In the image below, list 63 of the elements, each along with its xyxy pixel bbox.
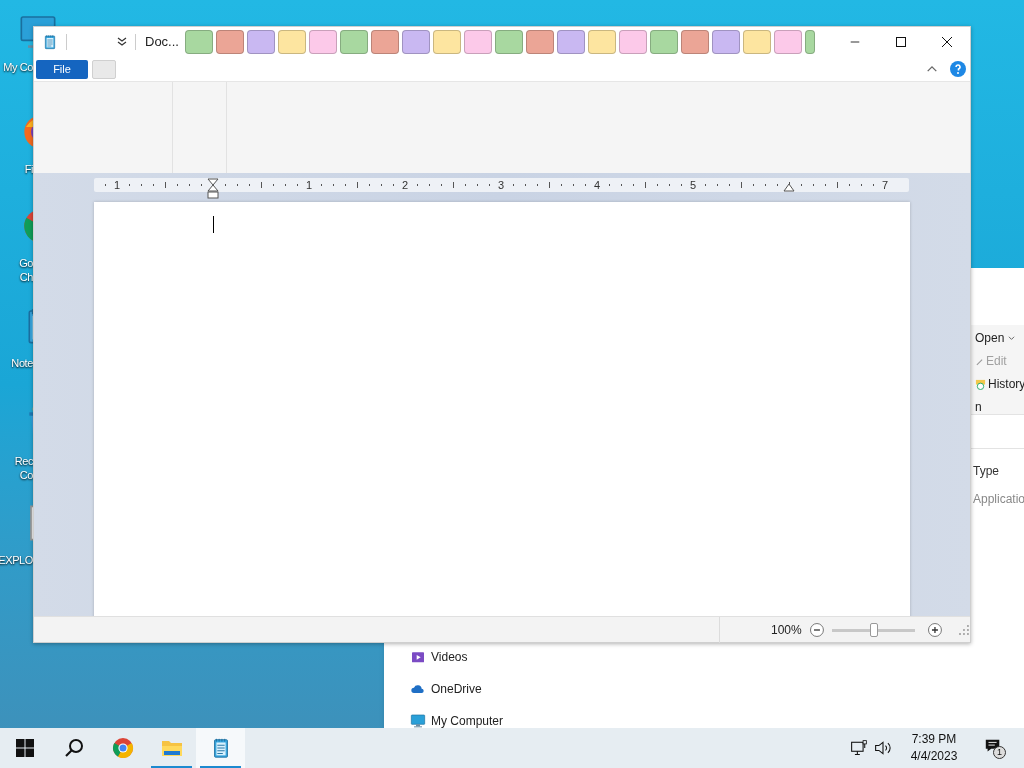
chrome-icon: [110, 736, 135, 760]
chevron-icon[interactable]: [117, 37, 127, 47]
open-button[interactable]: Open: [975, 329, 1005, 347]
color-swatch[interactable]: [401, 30, 430, 54]
ruler-number: 3: [495, 178, 507, 192]
ruler-number: 7: [879, 178, 891, 192]
caret-icon: [1008, 334, 1016, 342]
color-swatch[interactable]: [618, 30, 647, 54]
notification-button[interactable]: 1: [984, 737, 1006, 759]
color-swatch[interactable]: [587, 30, 616, 54]
zoom-out-icon[interactable]: [809, 622, 824, 637]
color-swatch[interactable]: [773, 30, 802, 54]
ruler-number: 5: [687, 178, 699, 192]
color-swatch[interactable]: [525, 30, 554, 54]
icon-label[interactable]: EXPLO: [0, 553, 33, 567]
nav-item[interactable]: OneDrive: [431, 680, 482, 698]
color-swatch[interactable]: [649, 30, 678, 54]
color-swatch[interactable]: [463, 30, 492, 54]
zoom-level: 100%: [771, 621, 802, 639]
icon-label[interactable]: Rec: [14, 454, 33, 468]
date-text: 4/4/2023: [910, 748, 958, 765]
text-cursor: [213, 216, 214, 233]
resize-grip-icon[interactable]: [958, 623, 970, 636]
slider-thumb[interactable]: [869, 622, 878, 637]
color-swatch[interactable]: [339, 30, 368, 54]
color-swatch[interactable]: [494, 30, 523, 54]
monitor-icon: [410, 713, 426, 729]
zoom-in-icon[interactable]: [928, 622, 943, 637]
icon-label[interactable]: Co: [19, 468, 33, 482]
clock-icon: [975, 378, 986, 390]
color-swatch[interactable]: [215, 30, 244, 54]
color-swatch[interactable]: [308, 30, 337, 54]
video-folder-icon: [410, 649, 426, 665]
collapse-icon[interactable]: [926, 64, 938, 74]
document-title: Doc...: [145, 33, 179, 52]
ribbon-button[interactable]: [92, 59, 116, 79]
ruler-number: 1: [111, 178, 123, 192]
indent-marker-icon[interactable]: [207, 178, 219, 199]
table-cell-text: Applicatio: [973, 491, 1024, 508]
group-label: n: [975, 399, 982, 416]
color-swatch[interactable]: [184, 30, 213, 54]
color-swatch[interactable]: [556, 30, 585, 54]
color-swatch[interactable]: [432, 30, 461, 54]
ruler-number: 2: [399, 178, 411, 192]
notification-count: 1: [993, 746, 1006, 759]
time-text: 7:39 PM: [911, 731, 957, 748]
help-icon[interactable]: [950, 61, 966, 77]
color-swatch[interactable]: [804, 30, 815, 54]
color-swatch[interactable]: [277, 30, 306, 54]
volume-icon[interactable]: [874, 739, 892, 757]
clock[interactable]: 7:39 PM 4/4/2023: [904, 731, 964, 765]
file-button[interactable]: File: [36, 59, 88, 79]
color-swatch[interactable]: [370, 30, 399, 54]
network-icon[interactable]: [850, 739, 868, 757]
nav-item[interactable]: My Computer: [431, 712, 504, 730]
color-swatch[interactable]: [711, 30, 740, 54]
column-header[interactable]: Type: [973, 462, 999, 480]
nav-item[interactable]: Videos: [431, 648, 468, 666]
color-swatch[interactable]: [246, 30, 275, 54]
ruler-number: 4: [591, 178, 603, 192]
color-swatch[interactable]: [680, 30, 709, 54]
ruler-number: 1: [303, 178, 315, 192]
color-swatch[interactable]: [742, 30, 771, 54]
